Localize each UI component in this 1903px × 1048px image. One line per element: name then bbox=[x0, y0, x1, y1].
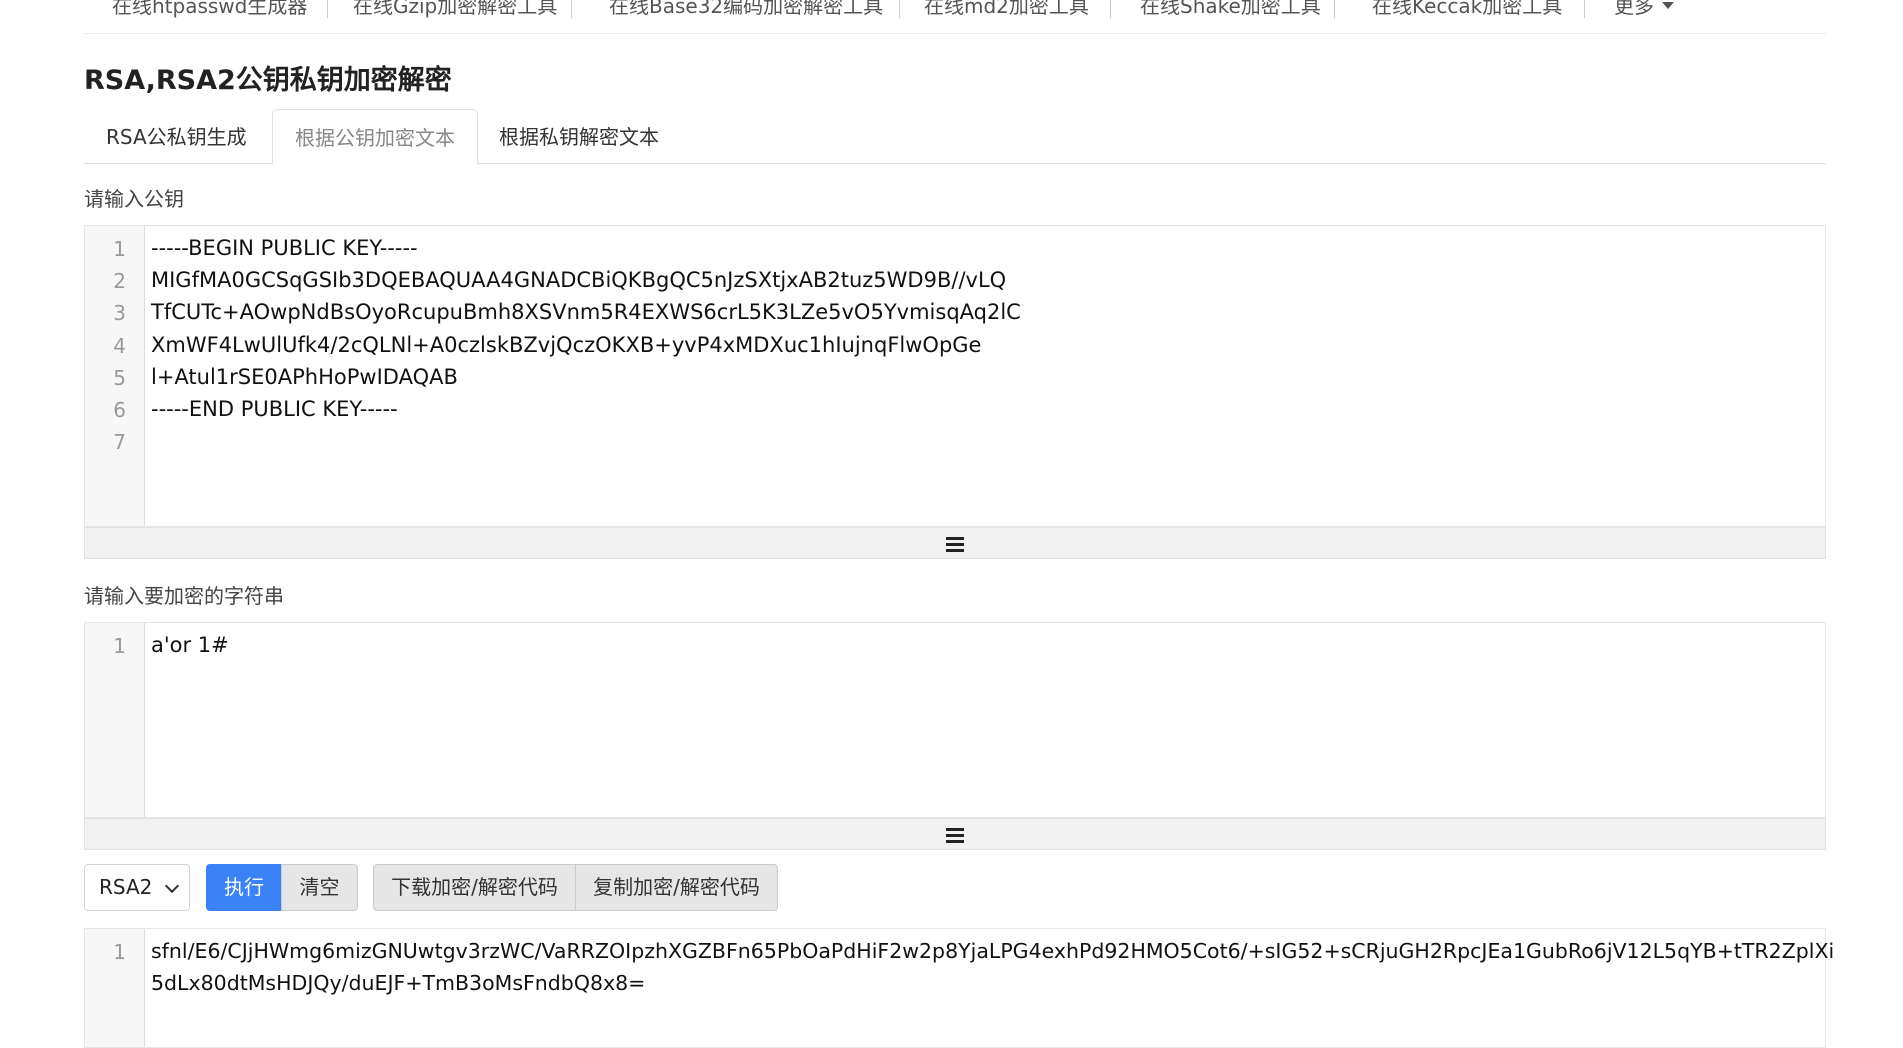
tab-public-key-encrypt[interactable]: 根据公钥加密文本 bbox=[272, 109, 478, 165]
public-key-editor[interactable]: 1 2 3 4 5 6 7 -----BEGIN PUBLIC KEY-----… bbox=[84, 225, 1826, 527]
output-line: sfnl/E6/CJjHWmg6mizGNUwtgv3rzWC/VaRRZOIp… bbox=[151, 939, 1835, 963]
line-number: 1 bbox=[113, 237, 126, 261]
code-line: MIGfMA0GCSqGSIb3DQEBAQUAA4GNADCBiQKBgQC5… bbox=[151, 268, 1007, 292]
tab-private-key-decrypt[interactable]: 根据私钥解密文本 bbox=[477, 109, 681, 165]
nav-link-md2[interactable]: 在线md2加密工具 bbox=[924, 0, 1089, 19]
nav-more-dropdown[interactable]: 更多 bbox=[1614, 0, 1674, 19]
nav-link-keccak[interactable]: 在线Keccak加密工具 bbox=[1372, 0, 1562, 19]
nav-more-label: 更多 bbox=[1614, 0, 1654, 18]
line-number: 6 bbox=[113, 398, 126, 422]
algorithm-select-value: RSA2 bbox=[99, 875, 153, 899]
caret-down-icon bbox=[1662, 2, 1674, 9]
drag-handle-icon bbox=[946, 828, 964, 846]
code-line: -----BEGIN PUBLIC KEY----- bbox=[151, 236, 418, 260]
public-key-resize-handle[interactable] bbox=[84, 527, 1826, 559]
nav-link-htpasswd[interactable]: 在线htpasswd生成器 bbox=[112, 0, 307, 19]
download-code-button[interactable]: 下载加密/解密代码 bbox=[373, 864, 576, 911]
drag-handle-icon bbox=[946, 537, 964, 555]
plaintext-resize-handle[interactable] bbox=[84, 818, 1826, 850]
public-key-label: 请输入公钥 bbox=[84, 187, 184, 211]
plaintext-editor[interactable]: 1 a'or 1# bbox=[84, 622, 1826, 818]
top-nav: 在线htpasswd生成器 在线Gzip加密解密工具 在线Base32编码加密解… bbox=[84, 0, 1826, 34]
execute-button[interactable]: 执行 bbox=[206, 864, 282, 911]
nav-separator bbox=[327, 0, 328, 18]
line-number-gutter: 1 2 3 4 5 6 7 bbox=[85, 226, 145, 526]
line-number-gutter: 1 bbox=[85, 623, 145, 817]
code-line: TfCUTc+AOwpNdBsOyoRcupuBmh8XSVnm5R4EXWS6… bbox=[151, 300, 1021, 324]
algorithm-select[interactable]: RSA2 bbox=[84, 864, 190, 911]
code-line: XmWF4LwUlUfk4/2cQLNl+A0czlskBZvjQczOKXB+… bbox=[151, 333, 982, 357]
code-line: a'or 1# bbox=[151, 633, 229, 657]
nav-link-base32[interactable]: 在线Base32编码加密解密工具 bbox=[609, 0, 883, 19]
line-number: 5 bbox=[113, 366, 126, 390]
line-number: 7 bbox=[113, 430, 126, 454]
code-line: l+Atul1rSE0APhHoPwIDAQAB bbox=[151, 365, 458, 389]
copy-code-button[interactable]: 复制加密/解密代码 bbox=[575, 864, 778, 911]
output-editor[interactable]: 1 sfnl/E6/CJjHWmg6mizGNUwtgv3rzWC/VaRRZO… bbox=[84, 928, 1834, 1048]
page-title: RSA,RSA2公钥私钥加密解密 bbox=[84, 65, 452, 96]
code-line: -----END PUBLIC KEY----- bbox=[151, 397, 398, 421]
output-line-wrap: 5dLx80dtMsHDJQy/duEJF+TmB3oMsFndbQ8x8= bbox=[151, 971, 646, 995]
tab-bar: RSA公私钥生成 根据公钥加密文本 根据私钥解密文本 bbox=[84, 109, 1826, 165]
nav-separator bbox=[571, 0, 572, 18]
nav-separator bbox=[1584, 0, 1585, 18]
nav-separator bbox=[1334, 0, 1335, 18]
line-number: 4 bbox=[113, 334, 126, 358]
clear-button[interactable]: 清空 bbox=[281, 864, 358, 911]
line-number: 2 bbox=[113, 269, 126, 293]
line-number: 1 bbox=[113, 634, 126, 658]
nav-link-gzip[interactable]: 在线Gzip加密解密工具 bbox=[353, 0, 557, 19]
line-number-gutter: 1 bbox=[85, 929, 145, 1047]
line-number: 3 bbox=[113, 301, 126, 325]
chevron-down-icon bbox=[164, 878, 180, 894]
tab-rsa-keygen[interactable]: RSA公私钥生成 bbox=[84, 109, 269, 165]
nav-link-shake[interactable]: 在线Shake加密工具 bbox=[1140, 0, 1321, 19]
nav-separator bbox=[1110, 0, 1111, 18]
line-number: 1 bbox=[113, 940, 126, 964]
nav-separator bbox=[899, 0, 900, 18]
plaintext-label: 请输入要加密的字符串 bbox=[84, 584, 284, 608]
